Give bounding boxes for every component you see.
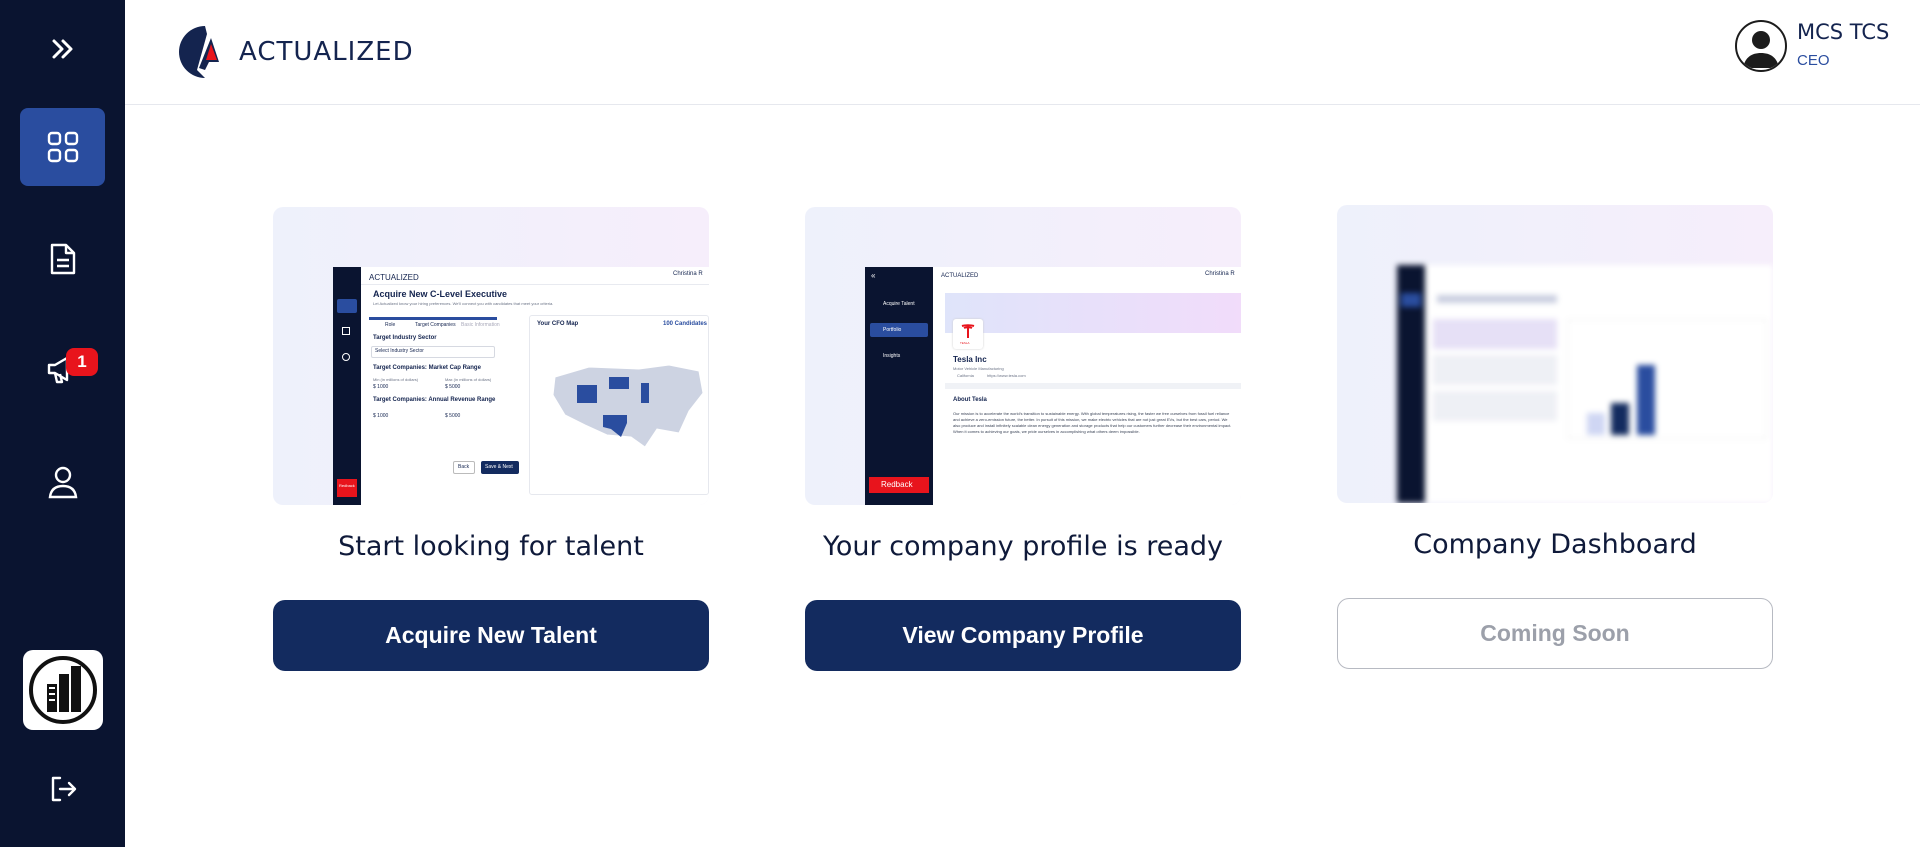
mini-map-count: 100 Candidates xyxy=(663,321,708,327)
card-title: Start looking for talent xyxy=(338,531,644,562)
company-building-icon[interactable] xyxy=(23,650,103,730)
logout-button[interactable] xyxy=(20,750,105,828)
grid-icon xyxy=(46,130,80,164)
card-company-profile: « Acquire Talent Portfolio Insights Redb… xyxy=(805,207,1241,671)
mini-tab-3: Basic Information xyxy=(461,322,500,328)
mini-heading: Acquire New C-Level Executive xyxy=(373,289,508,299)
mini-logo: Redback xyxy=(339,483,355,488)
mini-logo: Redback xyxy=(881,480,913,489)
tesla-logo-icon xyxy=(961,324,975,338)
mini-company-logo-text: TESLA xyxy=(960,341,970,345)
mini-max1: $ 5000 xyxy=(445,384,461,390)
user-avatar-icon xyxy=(1743,31,1779,68)
mini-field2: Target Companies: Market Cap Range xyxy=(373,365,481,371)
double-chevron-right-icon xyxy=(48,34,78,64)
brand-name: ACTUALIZED xyxy=(239,37,414,67)
mini-about-title: About Tesla xyxy=(953,397,987,403)
top-header: ACTUALIZED MCS TCS CEO xyxy=(125,0,1920,105)
mini-user: Christina R xyxy=(1205,271,1235,277)
mini-field3: Target Companies: Annual Revenue Range xyxy=(373,397,496,403)
acquire-new-talent-button[interactable]: Acquire New Talent xyxy=(273,600,709,671)
mini-brand: ACTUALIZED xyxy=(941,273,979,279)
notification-badge: 1 xyxy=(66,348,98,376)
card-acquire-talent: ACTUALIZED Christina R Acquire New C-Lev… xyxy=(273,207,709,671)
card-preview-profile: « Acquire Talent Portfolio Insights Redb… xyxy=(805,207,1241,505)
mini-sidebar xyxy=(1397,265,1425,503)
mini-nav-2: Portfolio xyxy=(883,327,902,333)
sidebar-item-announcements[interactable]: 1 xyxy=(20,330,105,408)
mini-save: Save & Next xyxy=(485,464,513,470)
card-title: Company Dashboard xyxy=(1413,529,1697,560)
mini-min1: $ 1000 xyxy=(373,384,389,390)
sidebar: 1 xyxy=(0,0,125,847)
mini-tab-1: Role xyxy=(385,322,396,328)
user-name: MCS TCS xyxy=(1797,20,1890,44)
mini-sidebar xyxy=(333,267,361,505)
view-company-profile-button[interactable]: View Company Profile xyxy=(805,600,1241,671)
sidebar-item-dashboard[interactable] xyxy=(20,108,105,186)
mini-field1: Target Industry Sector xyxy=(373,335,437,341)
card-title: Your company profile is ready xyxy=(822,531,1224,562)
coming-soon-button[interactable]: Coming Soon xyxy=(1337,598,1773,669)
mini-location: California xyxy=(957,373,974,378)
user-icon xyxy=(47,465,79,499)
document-icon xyxy=(48,242,78,276)
mini-nav-1: Acquire Talent xyxy=(883,301,915,307)
mini-max2: $ 5000 xyxy=(445,413,461,419)
mini-max-label: Max (in millions of dollars) xyxy=(445,377,492,382)
mini-min2: $ 1000 xyxy=(373,413,389,419)
mini-nav-3: Insights xyxy=(883,353,901,359)
mini-back: Back xyxy=(458,464,470,470)
user-role: CEO xyxy=(1797,52,1830,69)
user-menu[interactable]: MCS TCS CEO xyxy=(1735,18,1920,74)
mini-tab-2: Target Companies xyxy=(415,322,456,328)
sidebar-item-documents[interactable] xyxy=(20,220,105,298)
preview-screenshot-dashboard xyxy=(1397,265,1773,503)
mini-website: https://www.tesla.com xyxy=(987,373,1026,378)
mini-sidebar: « Acquire Talent Portfolio Insights Redb… xyxy=(865,267,933,505)
mini-subheading: Let Actualized know your hiring preferen… xyxy=(373,301,554,306)
card-preview-dashboard xyxy=(1337,205,1773,503)
sidebar-item-profile[interactable] xyxy=(20,443,105,521)
mini-map-title: Your CFO Map xyxy=(537,321,579,327)
mini-about: Our mission is to accelerate the world's… xyxy=(953,411,1232,434)
logout-icon xyxy=(48,774,78,804)
mini-select: Select Industry Sector xyxy=(375,348,424,354)
mini-brand: ACTUALIZED xyxy=(369,273,419,282)
card-preview-acquire: ACTUALIZED Christina R Acquire New C-Lev… xyxy=(273,207,709,505)
mini-collapse-icon: « xyxy=(871,271,876,280)
mini-company: Tesla Inc xyxy=(953,355,987,364)
mini-user: Christina R xyxy=(673,271,703,277)
actualized-logo-icon xyxy=(179,26,219,78)
avatar xyxy=(1735,20,1787,72)
mini-min-label: Min (in millions of dollars) xyxy=(373,377,419,382)
mini-industry: Motor Vehicle Manufacturing xyxy=(953,366,1004,371)
app-root: 1 ACTUALIZED MCS TCS CEO ACTUALIZED Chri… xyxy=(0,0,1920,847)
brand-logo[interactable]: ACTUALIZED xyxy=(177,24,414,80)
expand-sidebar-button[interactable] xyxy=(20,10,105,88)
card-company-dashboard: Company Dashboard Coming Soon xyxy=(1337,205,1773,669)
preview-screenshot-acquire: ACTUALIZED Christina R Acquire New C-Lev… xyxy=(333,267,709,505)
preview-screenshot-profile: « Acquire Talent Portfolio Insights Redb… xyxy=(865,267,1241,505)
usa-map-icon xyxy=(552,364,704,448)
